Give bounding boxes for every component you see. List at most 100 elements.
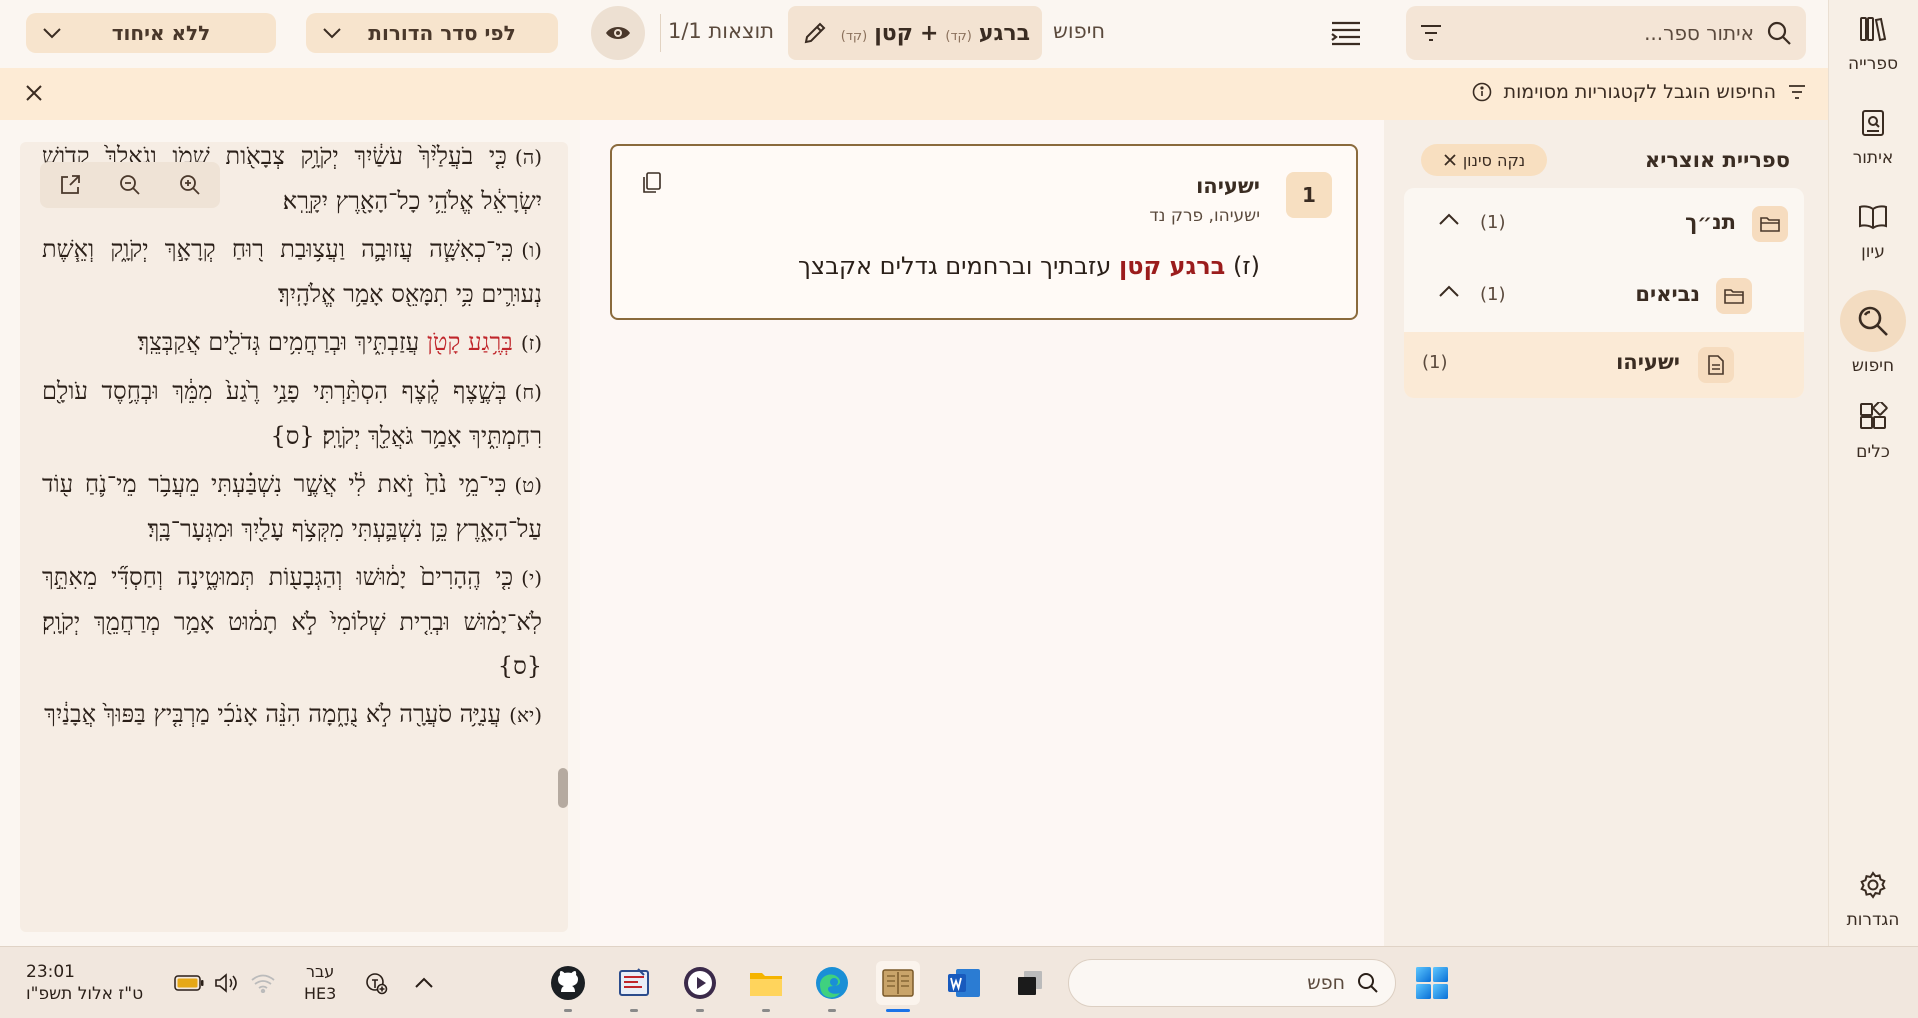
grouping-dropdown[interactable]: ללא איחוד	[26, 13, 276, 53]
rail-item-settings[interactable]: הגדרות	[1828, 856, 1918, 942]
filter-icon[interactable]	[1420, 23, 1442, 43]
chevron-up-icon[interactable]	[1438, 284, 1460, 298]
results-count: 1/1 תוצאות	[668, 19, 775, 43]
taskbar-app-file-explorer[interactable]	[744, 961, 788, 1012]
language-indicator[interactable]: עבר HE3	[304, 961, 336, 1005]
rail-item-library[interactable]: ספרייה	[1828, 0, 1918, 86]
category-limit-notice: החיפוש הוגבל לקטגוריות מסוימות	[0, 68, 1828, 120]
book-locate-input[interactable]: איתור ספר...	[1406, 6, 1806, 60]
taskbar-search-placeholder: חפש	[1307, 972, 1345, 994]
verse: (יא)עֲנִיָּ֥ה סֹעֲרָ֖ה לֹ֣א נֻחָ֑מָה הִנ…	[44, 700, 542, 728]
toggle-preview-button[interactable]	[591, 6, 645, 60]
running-indicator	[828, 1009, 836, 1012]
windows-start-button[interactable]	[1410, 961, 1454, 1005]
sort-dropdown[interactable]: לפי סדר הדורות	[306, 13, 558, 53]
filter-icon	[1788, 84, 1806, 100]
search-icon	[1766, 20, 1792, 46]
search-query-text: ברגע (קד) + קטן (קד)	[840, 20, 1030, 46]
text-preview-pane[interactable]: (ה)כִּ֤י בֹעֲלַ֙יִךְ֙ עֹשַׂ֔יִךְ יְקֹוָ֥…	[20, 142, 568, 932]
eye-icon	[605, 24, 631, 42]
search-icon	[1357, 972, 1379, 994]
clock-time: 23:01	[26, 962, 75, 982]
rail-item-tools[interactable]: כלים	[1828, 388, 1918, 474]
tree-item-count: (1)	[1480, 212, 1506, 233]
verse-list: (ה)כִּ֤י בֹעֲלַ֙יִךְ֙ עֹשַׂ֔יִךְ יְקֹוָ֥…	[42, 142, 542, 741]
book-locate-placeholder: איתור ספר...	[1644, 21, 1754, 45]
folder-icon	[1752, 206, 1788, 242]
divider	[660, 14, 661, 52]
system-clock[interactable]: 23:01 ט"ז אלול תשפ"ו	[26, 961, 143, 1005]
taskbar-search-input[interactable]: חפש	[1068, 959, 1396, 1007]
verse-highlighted: (ז)בְּרֶ֥גַע קָטֹ֖ן עֲזַבְתִּ֑יךְ וּבְרַ…	[137, 328, 542, 356]
sort-dropdown-value: לפי סדר הדורות	[368, 21, 516, 45]
verse-highlight: בְּרֶ֥גַע קָטֹ֖ן	[426, 328, 513, 356]
menu-lines-icon[interactable]	[1330, 18, 1364, 50]
result-subtitle: ישעיהו, פרק נד	[1149, 206, 1260, 226]
book-open-icon	[1856, 200, 1890, 234]
clear-filter-label: נקה סינון	[1462, 150, 1526, 170]
rail-item-study[interactable]: עיון	[1828, 188, 1918, 274]
search-query-chip[interactable]: ברגע (קד) + קטן (קד)	[788, 6, 1042, 60]
verse: (ח)בְּשֶׁ֣צֶף קֶ֗צֶף הִסְתַּ֨רְתִּי פָנַ…	[42, 377, 542, 450]
open-external-icon[interactable]	[58, 173, 82, 197]
category-tree: תנ״ך (1) נביאים (1) ישעיהו (1)	[1404, 188, 1804, 398]
tree-item-isaiah[interactable]: ישעיהו (1)	[1404, 332, 1804, 398]
clock-date: ט"ז אלול תשפ"ו	[26, 984, 144, 1004]
result-highlight: ברגע קטן	[1118, 252, 1226, 280]
rail-label-locate: איתור	[1852, 148, 1894, 168]
running-indicator	[630, 1009, 638, 1012]
rail-label-search: חיפוש	[1851, 356, 1895, 376]
edit-pencil-icon[interactable]	[802, 20, 828, 46]
chevron-up-icon[interactable]	[414, 975, 434, 989]
library-icon	[1856, 12, 1890, 46]
tree-item-count: (1)	[1480, 284, 1506, 305]
close-notice-icon[interactable]	[24, 83, 44, 103]
locate-icon	[1856, 106, 1890, 140]
volume-icon[interactable]	[214, 973, 240, 993]
taskbar-app-scanner[interactable]	[612, 961, 656, 1012]
folder-icon	[1716, 278, 1752, 314]
windows-taskbar: 23:01 ט"ז אלול תשפ"ו עבר HE3 חפש	[0, 946, 1918, 1018]
tree-item-label: תנ״ך	[1685, 210, 1736, 234]
taskbar-app-word[interactable]	[942, 961, 986, 1005]
wifi-icon[interactable]	[250, 973, 276, 993]
top-bar: איתור ספר... חיפוש ברגע (קד) + קטן (קד) 1/…	[0, 0, 1828, 68]
info-icon[interactable]	[1472, 82, 1492, 102]
search-result-card[interactable]: 1 ישעיהו ישעיהו, פרק נד (ז) ברגע קטן עזב…	[610, 144, 1358, 320]
tab-search[interactable]: חיפוש	[1053, 19, 1105, 43]
rail-item-search[interactable]: חיפוש	[1828, 290, 1918, 376]
zoom-in-icon[interactable]	[178, 173, 202, 197]
rail-label-tools: כלים	[1856, 442, 1890, 462]
clear-filter-button[interactable]: נקה סינון	[1421, 144, 1547, 176]
zoom-out-icon[interactable]	[118, 173, 142, 197]
tools-icon	[1856, 400, 1890, 434]
tree-item-neviim[interactable]: נביאים (1)	[1404, 260, 1804, 332]
taskbar-app-github[interactable]	[546, 961, 590, 1012]
taskbar-app-task-view[interactable]	[1008, 961, 1052, 1005]
chevron-up-icon[interactable]	[1438, 212, 1460, 226]
rail-item-locate[interactable]: איתור	[1828, 94, 1918, 180]
search-icon	[1840, 290, 1906, 352]
verse: (י)כִּ֤י הֶֽהָרִים֙ יָמ֔וּשׁוּ וְהַגְּבָ…	[42, 563, 542, 680]
tree-item-tanakh[interactable]: תנ״ך (1)	[1404, 188, 1804, 260]
taskbar-app-media-player[interactable]	[678, 961, 722, 1012]
verse: (ט)כִּי־מֵ֥י נֹ֙חַ֙ זֹ֣את לִ֔י אֲשֶׁ֣ר נ…	[42, 470, 542, 543]
gear-icon	[1856, 868, 1890, 902]
running-indicator	[762, 1009, 770, 1012]
categories-title: ספריית אוצריא	[1644, 148, 1790, 172]
accessibility-add-icon[interactable]	[364, 971, 388, 995]
categories-panel: ספריית אוצריא נקה סינון תנ״ך (1) נביאים …	[1384, 120, 1828, 946]
battery-icon[interactable]	[174, 975, 204, 991]
scrollbar-thumb[interactable]	[558, 768, 568, 808]
tree-item-label: נביאים	[1635, 282, 1700, 306]
taskbar-app-otzaria[interactable]	[876, 961, 920, 1012]
result-snippet: (ז) ברגע קטן עזבתיך וברחמים גדלים אקבצך	[797, 252, 1260, 280]
taskbar-app-edge[interactable]	[810, 961, 854, 1012]
notice-text: החיפוש הוגבל לקטגוריות מסוימות	[1503, 81, 1776, 103]
chevron-down-icon	[322, 27, 342, 39]
verse: (ו)כִּֽי־כְאִשָּׁ֧ה עֲזוּבָ֛ה וַעֲצ֥וּבַ…	[42, 235, 542, 308]
result-number: 1	[1286, 172, 1332, 218]
rail-label-settings: הגדרות	[1846, 910, 1900, 930]
results-area: 1 ישעיהו ישעיהו, פרק נד (ז) ברגע קטן עזב…	[580, 120, 1384, 946]
copy-icon[interactable]	[642, 172, 662, 194]
